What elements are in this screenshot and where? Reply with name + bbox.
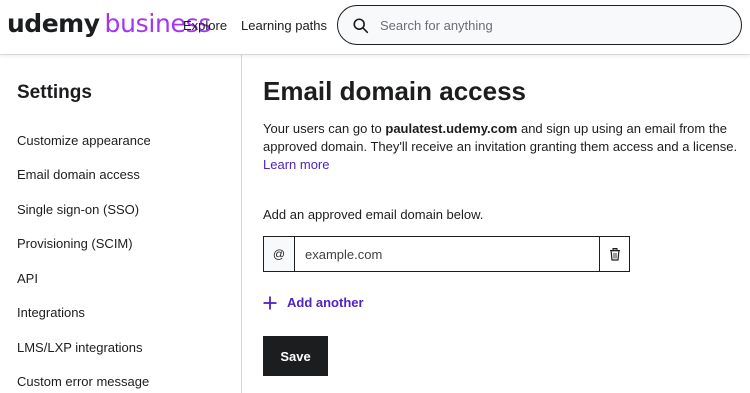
sidebar-item-email-domain-access[interactable]: Email domain access — [17, 167, 140, 182]
sidebar-item-integrations[interactable]: Integrations — [17, 305, 85, 320]
page-title: Email domain access — [263, 76, 527, 106]
sidebar-item-lms-lxp[interactable]: LMS/LXP integrations — [17, 340, 143, 355]
nav-learning-paths[interactable]: Learning paths — [241, 18, 327, 33]
learn-more-link[interactable]: Learn more — [263, 157, 329, 172]
desc-prefix: Your users can go to — [263, 121, 386, 136]
desc-domain: paulatest.udemy.com — [385, 121, 518, 136]
domain-field-label: Add an approved email domain below. — [263, 207, 484, 222]
top-header: udemy business Explore Learning paths — [0, 0, 750, 54]
udemy-business-logo[interactable]: udemy business — [7, 9, 211, 41]
plus-icon — [263, 296, 277, 309]
add-another-button[interactable]: Add another — [263, 295, 364, 310]
sidebar-item-sso[interactable]: Single sign-on (SSO) — [17, 202, 139, 217]
search-bar[interactable] — [337, 5, 742, 45]
sidebar-item-provisioning[interactable]: Provisioning (SCIM) — [17, 236, 133, 251]
delete-domain-button[interactable] — [599, 237, 629, 271]
sidebar-item-api[interactable]: API — [17, 271, 38, 286]
nav-explore[interactable]: Explore — [183, 18, 227, 33]
search-icon[interactable] — [352, 17, 370, 35]
save-button[interactable]: Save — [263, 336, 328, 376]
logo-udemy-text: udemy — [7, 9, 100, 38]
sidebar-title: Settings — [17, 82, 92, 103]
sidebar-item-custom-error[interactable]: Custom error message — [17, 374, 149, 389]
domain-input-group: @ — [263, 236, 630, 272]
domain-input[interactable] — [295, 237, 599, 271]
settings-sidebar: Settings Customize appearance Email doma… — [0, 54, 242, 393]
trash-icon — [609, 247, 620, 261]
sidebar-item-customize-appearance[interactable]: Customize appearance — [17, 133, 151, 148]
search-input[interactable] — [380, 6, 730, 44]
description: Your users can go to paulatest.udemy.com… — [263, 120, 750, 174]
at-prefix: @ — [264, 237, 295, 271]
add-another-label: Add another — [287, 295, 364, 310]
main-content: Email domain access Your users can go to… — [263, 54, 750, 393]
